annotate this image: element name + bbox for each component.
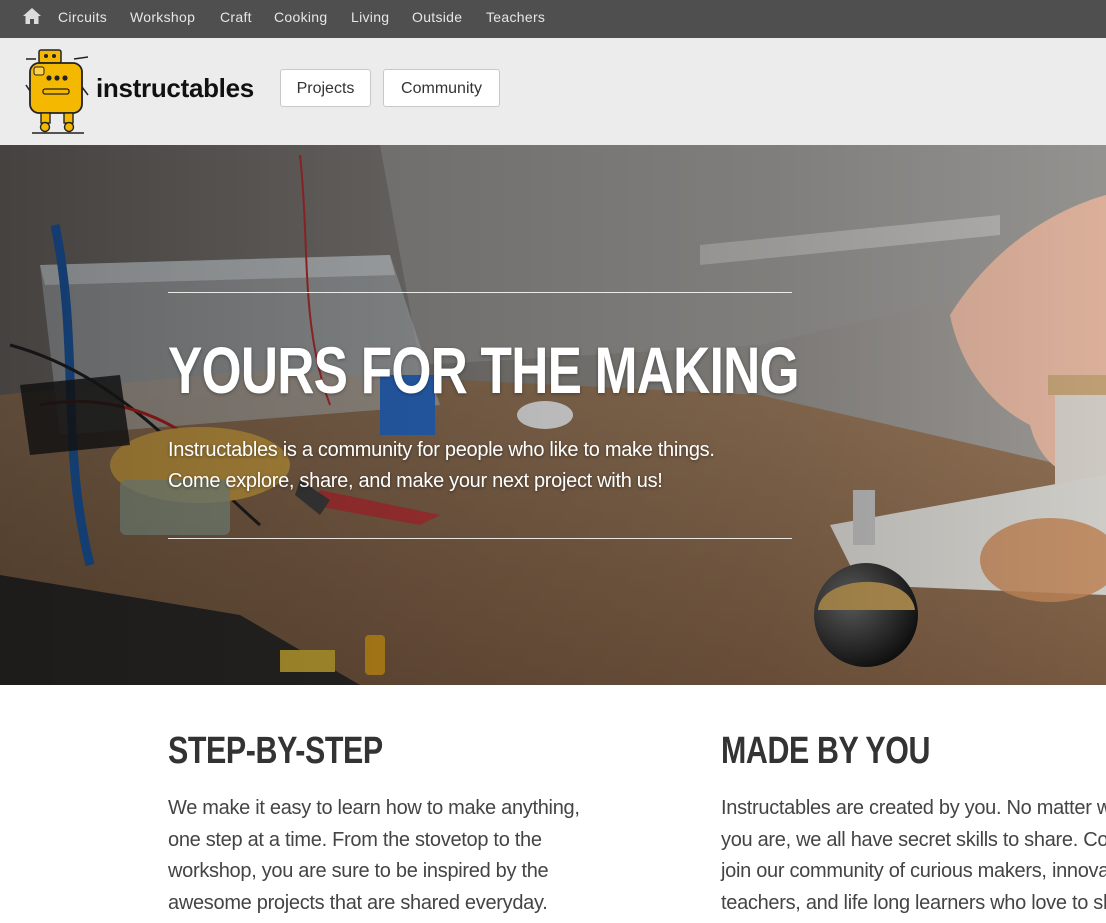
hero-top-divider — [168, 292, 792, 293]
feature-text-line: Instructables are created by you. No mat… — [721, 797, 1106, 819]
site-logo-text[interactable]: instructables — [96, 73, 254, 104]
category-link-outside[interactable]: Outside — [412, 9, 462, 25]
hero-background-image — [0, 145, 1106, 685]
feature-text-line: teachers, and life long learners who lov… — [721, 891, 1106, 914]
feature-text-line: We make it easy to learn how to make any… — [168, 797, 580, 819]
category-link-craft[interactable]: Craft — [220, 9, 252, 25]
made-by-you-text: Instructables are created by you. No mat… — [721, 793, 1106, 919]
made-by-you-heading: MADE BY YOU — [721, 730, 931, 772]
community-button[interactable]: Community — [383, 69, 500, 107]
hero-banner: YOURS FOR THE MAKING Instructables is a … — [0, 145, 1106, 685]
feature-text-line: join our community of curious makers, in… — [721, 860, 1106, 882]
category-link-circuits[interactable]: Circuits — [58, 9, 107, 25]
category-link-cooking[interactable]: Cooking — [274, 9, 327, 25]
hero-description-line: Come explore, share, and make your next … — [168, 470, 663, 492]
hero-description: Instructables is a community for people … — [168, 435, 808, 497]
hero-description-line: Instructables is a community for people … — [168, 439, 715, 461]
home-icon[interactable] — [22, 6, 42, 26]
step-by-step-heading: STEP-BY-STEP — [168, 730, 383, 772]
feature-text-line: one step at a time. From the stovetop to… — [168, 828, 542, 851]
feature-text-line: you are, we all have secret skills to sh… — [721, 828, 1106, 851]
category-link-workshop[interactable]: Workshop — [130, 9, 195, 25]
projects-button[interactable]: Projects — [280, 69, 371, 107]
step-by-step-text: We make it easy to learn how to make any… — [168, 793, 580, 919]
category-link-teachers[interactable]: Teachers — [486, 9, 545, 25]
category-link-living[interactable]: Living — [351, 9, 389, 25]
feature-text-line: awesome projects that are shared everyda… — [168, 891, 548, 914]
robot-mascot-icon[interactable] — [22, 47, 92, 135]
hero-title: YOURS FOR THE MAKING — [168, 333, 800, 407]
feature-text-line: workshop, you are sure to be inspired by… — [168, 860, 549, 882]
hero-bottom-divider — [168, 538, 792, 539]
category-bar: Circuits Workshop Craft Cooking Living O… — [0, 0, 1106, 38]
